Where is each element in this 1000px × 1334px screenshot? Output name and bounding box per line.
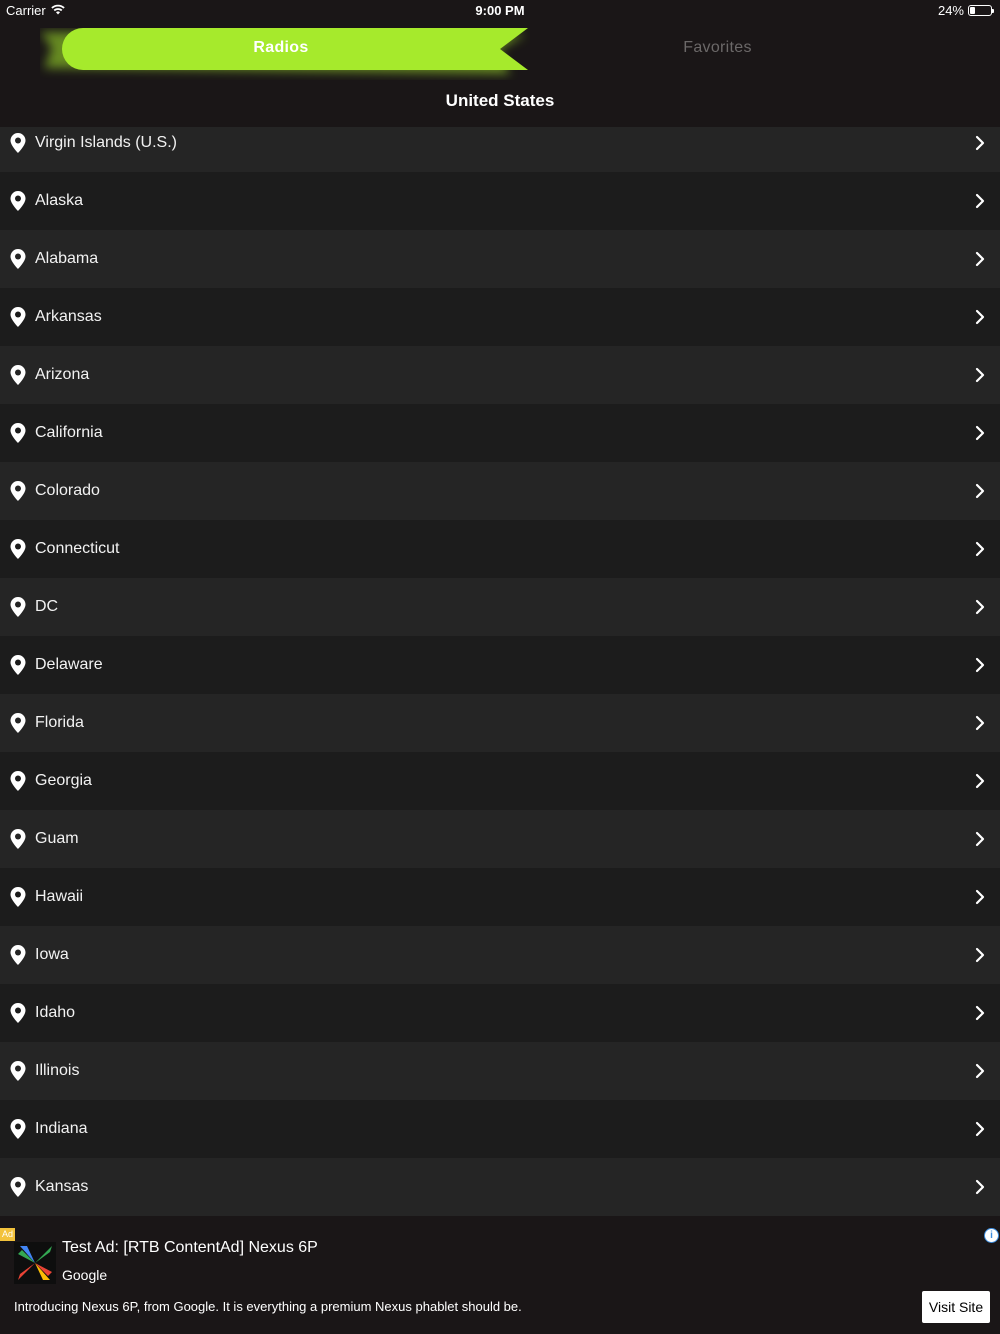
location-pin-icon — [10, 249, 26, 269]
list-item[interactable]: Guam — [0, 810, 1000, 868]
chevron-right-icon — [975, 1121, 985, 1137]
location-pin-icon — [10, 771, 26, 791]
location-pin-icon — [10, 1061, 26, 1081]
list-item-label: Georgia — [35, 772, 92, 789]
list-item-label: Arizona — [35, 366, 90, 383]
chevron-right-icon — [975, 541, 985, 557]
list-item[interactable]: DC — [0, 578, 1000, 636]
list-item-label: California — [35, 424, 103, 441]
status-time: 9:00 PM — [475, 3, 525, 18]
list-item-label: Arkansas — [35, 308, 102, 325]
chevron-right-icon — [975, 193, 985, 209]
list-item[interactable]: Delaware — [0, 636, 1000, 694]
list-item-label: DC — [35, 598, 59, 615]
status-right: 24% — [937, 3, 994, 18]
chevron-right-icon — [975, 947, 985, 963]
location-pin-icon — [10, 481, 26, 501]
location-pin-icon — [10, 655, 26, 675]
state-list: Virgin Islands (U.S.) Alaska Alabama Arkans… — [0, 127, 1000, 1225]
chevron-right-icon — [975, 831, 985, 847]
chevron-right-icon — [975, 1179, 985, 1195]
list-item[interactable]: Georgia — [0, 752, 1000, 810]
list-item-label: Alaska — [35, 192, 84, 209]
ad-title[interactable]: Test Ad: [RTB ContentAd] Nexus 6P — [62, 1239, 318, 1257]
chevron-right-icon — [975, 251, 985, 267]
tab-radios[interactable]: Radios — [40, 28, 530, 74]
list-item-label: Delaware — [35, 656, 103, 673]
chevron-right-icon — [975, 889, 985, 905]
chevron-right-icon — [975, 367, 985, 383]
chevron-right-icon — [975, 715, 985, 731]
status-bar: Carrier 9:00 PM 24% — [0, 0, 1000, 22]
list-item-label: Colorado — [35, 482, 100, 499]
battery-percent: 24% — [937, 3, 964, 18]
location-pin-icon — [10, 945, 26, 965]
location-pin-icon — [10, 133, 26, 153]
list-item-label: Idaho — [35, 1004, 76, 1021]
ad-info-icon[interactable]: i — [984, 1228, 999, 1243]
list-item-label: Iowa — [35, 946, 69, 963]
app-header: Radios Favorites United States — [0, 22, 1000, 127]
tab-radios-label: Radios — [253, 39, 309, 56]
location-pin-icon — [10, 1177, 26, 1197]
list-item[interactable]: Alabama — [0, 230, 1000, 288]
location-pin-icon — [10, 713, 26, 733]
list-item-label: Florida — [35, 714, 84, 731]
chevron-right-icon — [975, 135, 985, 151]
battery-icon — [968, 5, 994, 16]
list-item-label: Connecticut — [35, 540, 120, 557]
list-item[interactable]: Arkansas — [0, 288, 1000, 346]
list-item[interactable]: Virgin Islands (U.S.) — [0, 127, 1000, 172]
page-title: United States — [445, 91, 555, 110]
tab-favorites[interactable]: Favorites — [530, 39, 905, 57]
chevron-right-icon — [975, 1063, 985, 1079]
location-pin-icon — [10, 423, 26, 443]
list-item[interactable]: Hawaii — [0, 868, 1000, 926]
location-pin-icon — [10, 829, 26, 849]
location-pin-icon — [10, 307, 26, 327]
visit-site-button[interactable]: Visit Site — [922, 1291, 990, 1323]
chevron-right-icon — [975, 425, 985, 441]
list-item-label: Virgin Islands (U.S.) — [35, 134, 177, 151]
location-pin-icon — [10, 191, 26, 211]
list-item[interactable]: Illinois — [0, 1042, 1000, 1100]
list-item[interactable]: Florida — [0, 694, 1000, 752]
list-item-label: Illinois — [35, 1062, 80, 1079]
list-item[interactable]: Iowa — [0, 926, 1000, 984]
list-item[interactable]: Kansas — [0, 1158, 1000, 1216]
ad-banner[interactable]: Ad i Test Ad: [RTB ContentAd] Nexus 6P G… — [0, 1225, 1000, 1334]
list-item-label: Alabama — [35, 250, 99, 267]
chevron-right-icon — [975, 483, 985, 499]
location-pin-icon — [10, 365, 26, 385]
location-pin-icon — [10, 887, 26, 907]
ad-badge: Ad — [0, 1228, 15, 1241]
ad-logo-icon — [14, 1242, 56, 1284]
location-pin-icon — [10, 1119, 26, 1139]
list-item-label: Guam — [35, 830, 79, 847]
chevron-right-icon — [975, 309, 985, 325]
chevron-right-icon — [975, 773, 985, 789]
location-pin-icon — [10, 539, 26, 559]
location-pin-icon — [10, 597, 26, 617]
list-item-label: Kansas — [35, 1178, 89, 1195]
list-item[interactable]: Connecticut — [0, 520, 1000, 578]
location-pin-icon — [10, 1003, 26, 1023]
chevron-right-icon — [975, 1005, 985, 1021]
list-item[interactable]: Colorado — [0, 462, 1000, 520]
list-item[interactable]: Idaho — [0, 984, 1000, 1042]
list-item[interactable]: Indiana — [0, 1100, 1000, 1158]
ad-body: Introducing Nexus 6P, from Google. It is… — [14, 1299, 522, 1314]
list-item[interactable]: Alaska — [0, 172, 1000, 230]
list-item-label: Hawaii — [35, 888, 84, 905]
chevron-right-icon — [975, 657, 985, 673]
list-item[interactable]: Arizona — [0, 346, 1000, 404]
ad-advertiser: Google — [62, 1267, 108, 1283]
list-item-label: Indiana — [35, 1120, 88, 1137]
list-item[interactable]: California — [0, 404, 1000, 462]
chevron-right-icon — [975, 599, 985, 615]
